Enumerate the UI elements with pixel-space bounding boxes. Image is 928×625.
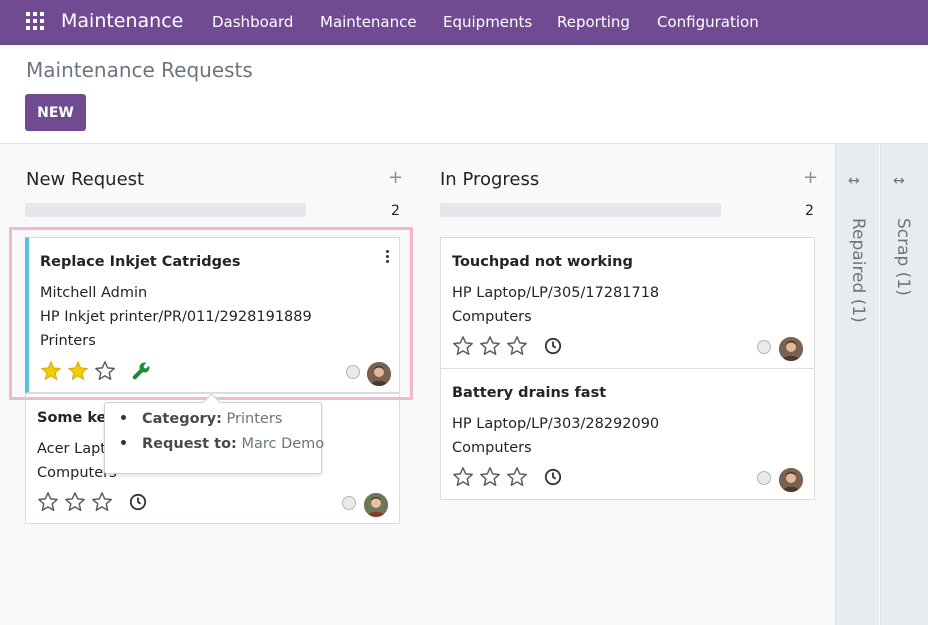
card-line: Computers [452, 440, 532, 456]
star-icon[interactable] [67, 360, 89, 382]
nav-maintenance[interactable]: Maintenance [320, 13, 417, 31]
kanban-card[interactable]: Touchpad not working HP Laptop/LP/305/17… [440, 237, 815, 369]
clock-icon[interactable] [544, 337, 562, 355]
star-icon[interactable] [94, 360, 116, 382]
expand-arrows-icon[interactable]: ↔ [848, 173, 860, 189]
star-icon[interactable] [506, 335, 528, 357]
kanban-card[interactable]: Battery drains fast HP Laptop/LP/303/282… [440, 368, 815, 500]
card-line: Computers [452, 309, 532, 325]
nav-equipments[interactable]: Equipments [443, 13, 532, 31]
star-icon[interactable] [479, 335, 501, 357]
avatar[interactable] [364, 493, 388, 517]
status-dot[interactable] [346, 365, 360, 379]
card-line: HP Laptop/LP/305/17281718 [452, 285, 660, 301]
apps-menu-icon[interactable] [26, 12, 44, 30]
star-icon[interactable] [37, 491, 59, 513]
tooltip-category-value: Printers [226, 411, 283, 427]
avatar[interactable] [367, 362, 391, 386]
column-add-icon[interactable]: + [803, 169, 818, 187]
top-navbar: Maintenance Dashboard Maintenance Equipm… [0, 0, 928, 45]
folded-column-label: Scrap (1) [893, 218, 913, 296]
folded-column-scrap[interactable]: ↔ Scrap (1) [880, 144, 928, 625]
card-menu-icon[interactable] [384, 250, 390, 264]
column-count: 2 [391, 203, 400, 219]
clock-icon[interactable] [544, 468, 562, 486]
avatar[interactable] [779, 468, 803, 492]
star-icon[interactable] [452, 466, 474, 488]
card-line: Mitchell Admin [40, 285, 148, 301]
tooltip-request-label: Request to: [142, 436, 237, 452]
column-add-icon[interactable]: + [388, 169, 403, 187]
status-dot[interactable] [757, 471, 771, 485]
status-dot[interactable] [342, 496, 356, 510]
star-icon[interactable] [452, 335, 474, 357]
column-title-in-progress[interactable]: In Progress [440, 169, 539, 190]
kanban-card[interactable]: Replace Inkjet Catridges Mitchell Admin … [25, 237, 400, 393]
card-title: Replace Inkjet Catridges [40, 254, 241, 270]
wrench-icon [132, 362, 150, 380]
folded-column-label: Repaired (1) [848, 218, 868, 323]
column-progress-bar [25, 203, 306, 217]
star-icon[interactable] [91, 491, 113, 513]
clock-icon[interactable] [129, 493, 147, 511]
new-button[interactable]: NEW [25, 94, 86, 131]
nav-reporting[interactable]: Reporting [557, 13, 630, 31]
star-icon[interactable] [40, 360, 62, 382]
column-count: 2 [805, 203, 814, 219]
card-line: HP Laptop/LP/303/28292090 [452, 416, 660, 432]
tooltip-category-label: Category: [142, 411, 222, 427]
column-title-new-request[interactable]: New Request [26, 169, 144, 190]
star-icon[interactable] [479, 466, 501, 488]
folded-column-repaired[interactable]: ↔ Repaired (1) [835, 144, 879, 625]
nav-dashboard[interactable]: Dashboard [212, 13, 293, 31]
kanban-board: New Request + 2 Replace Inkjet Catridges… [5, 144, 928, 625]
card-line: HP Inkjet printer/PR/011/2928191889 [40, 309, 312, 325]
card-line: Printers [40, 333, 96, 349]
card-tooltip: Category: Printers Request to: Marc Demo [104, 402, 324, 474]
tooltip-category-row: Category: Printers [121, 411, 282, 427]
star-icon[interactable] [506, 466, 528, 488]
tooltip-request-row: Request to: Marc Demo [121, 436, 324, 452]
status-dot[interactable] [757, 340, 771, 354]
card-title: Battery drains fast [452, 385, 607, 401]
avatar[interactable] [779, 337, 803, 361]
tooltip-request-value: Marc Demo [241, 436, 325, 452]
priority-stars[interactable] [452, 335, 528, 357]
card-title: Touchpad not working [452, 254, 633, 270]
star-icon[interactable] [64, 491, 86, 513]
nav-configuration[interactable]: Configuration [657, 13, 759, 31]
priority-stars[interactable] [40, 360, 116, 382]
priority-stars[interactable] [452, 466, 528, 488]
priority-stars[interactable] [37, 491, 113, 513]
page-title: Maintenance Requests [26, 58, 253, 82]
control-panel: Maintenance Requests NEW [0, 45, 928, 144]
column-progress-bar [440, 203, 721, 217]
expand-arrows-icon[interactable]: ↔ [893, 173, 905, 189]
app-brand[interactable]: Maintenance [61, 10, 183, 32]
